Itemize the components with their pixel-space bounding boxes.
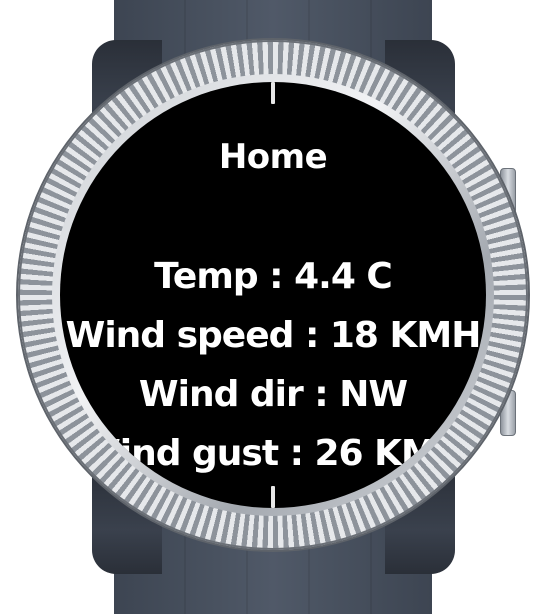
watch-bezel: Home Temp : 4.4 C Wind speed : 18 KMH Wi… [18, 40, 528, 550]
watch-device: Home Temp : 4.4 C Wind speed : 18 KMH Wi… [0, 0, 547, 614]
wind-speed-row: Wind speed : 18 KMH [65, 315, 482, 356]
screen-title: Home [218, 137, 328, 177]
temp-row: Temp : 4.4 C [154, 256, 393, 297]
watch-screen[interactable]: Home Temp : 4.4 C Wind speed : 18 KMH Wi… [60, 82, 486, 508]
weather-readout: Temp : 4.4 C Wind speed : 18 KMH Wind di… [60, 247, 486, 483]
watch-case: Home Temp : 4.4 C Wind speed : 18 KMH Wi… [52, 74, 494, 516]
tick-mark-bottom [271, 486, 275, 508]
tick-mark-top [271, 82, 275, 104]
wind-dir-row: Wind dir : NW [138, 374, 408, 415]
wind-gust-row: Wind gust : 26 KMH [81, 433, 466, 474]
